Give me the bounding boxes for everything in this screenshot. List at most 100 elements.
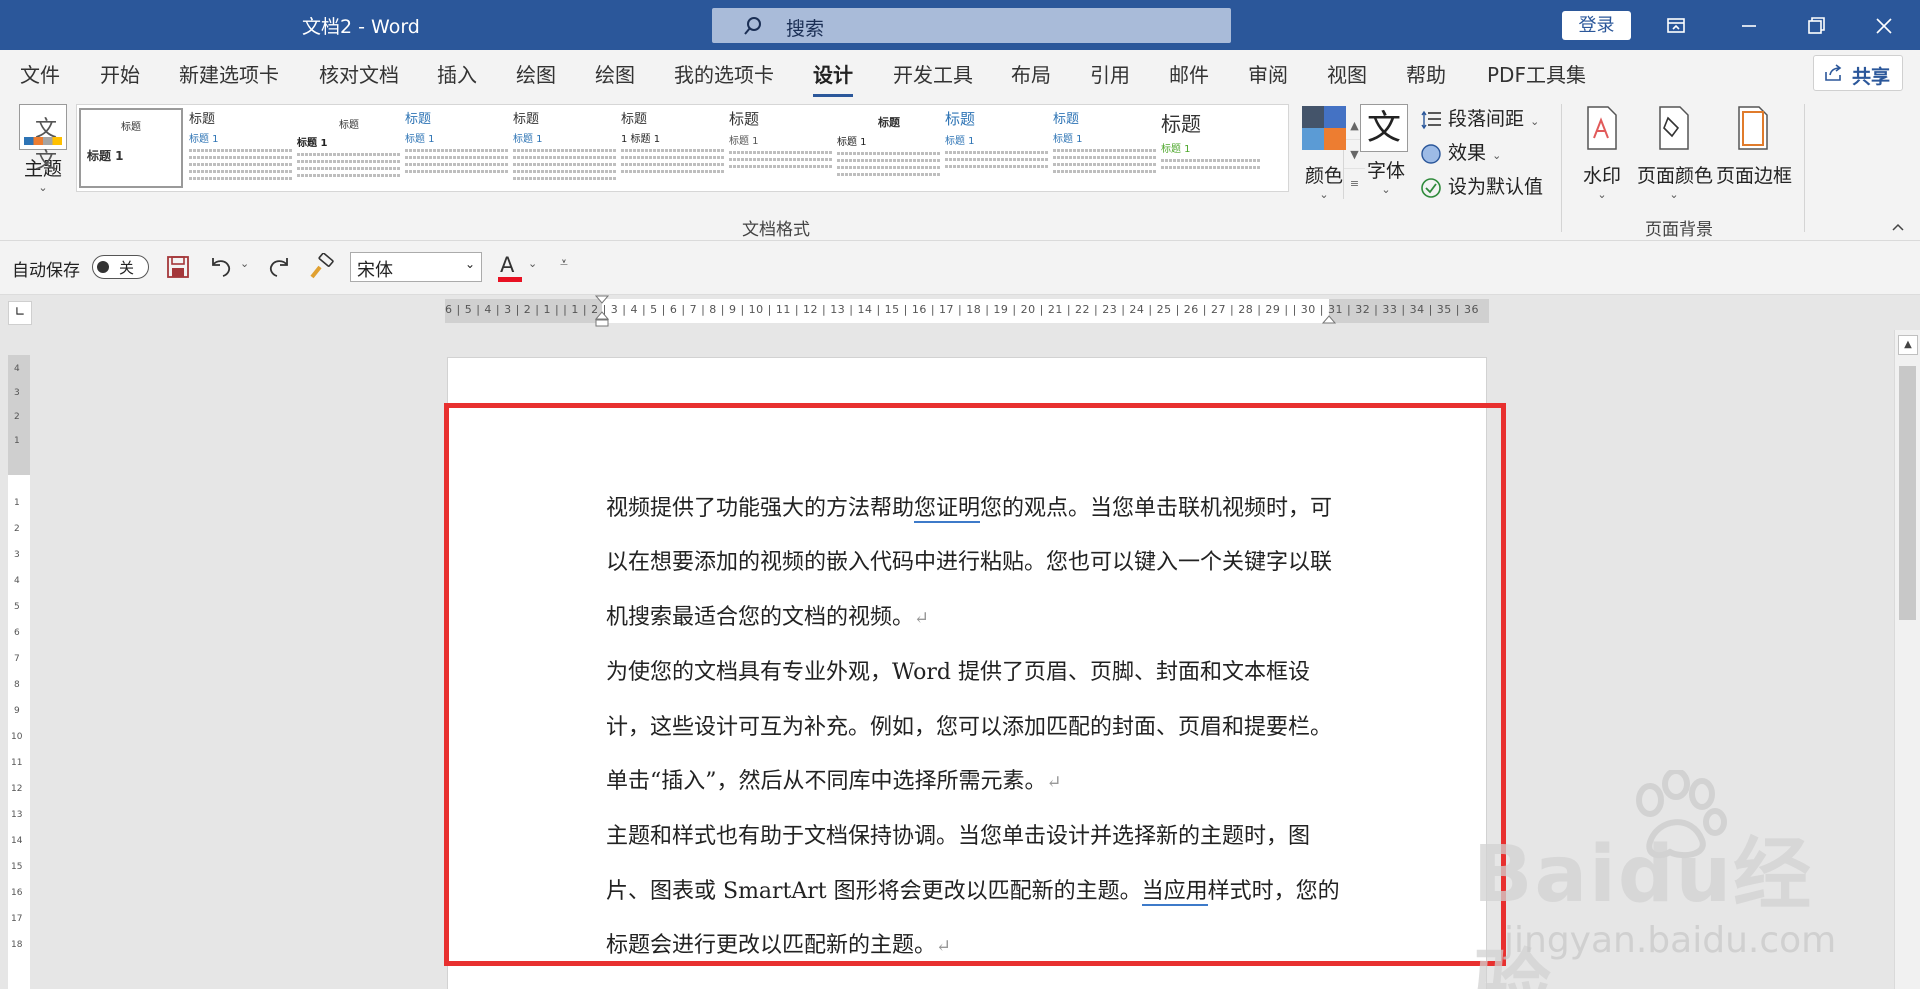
tab-my-tab[interactable]: 我的选项卡 — [674, 59, 774, 88]
font-name-value: 宋体 — [357, 260, 393, 281]
tab-pdf-tools[interactable]: PDF工具集 — [1487, 59, 1586, 88]
redo-icon[interactable] — [266, 254, 292, 280]
themes-button[interactable]: 文文 主题 ⌄ — [16, 104, 70, 208]
tab-developer[interactable]: 开发工具 — [893, 59, 973, 88]
page-color-button[interactable]: 页面颜色 ⌄ — [1637, 104, 1713, 201]
tab-new-tab[interactable]: 新建选项卡 — [179, 59, 279, 88]
svg-text:15: 15 — [11, 862, 22, 872]
vertical-ruler[interactable]: 4321 1234 5678 9 10 11 12 13 14 15 16 17 18 — [8, 355, 30, 989]
style-set-item[interactable]: 标题 标题 1 — [837, 108, 941, 188]
style-set-item[interactable]: 标题 标题 1 — [945, 108, 1049, 188]
svg-text:12: 12 — [11, 784, 22, 794]
effects-icon — [1421, 143, 1441, 164]
svg-text:10: 10 — [11, 732, 23, 742]
style-set-item[interactable]: 标题 标题 1 — [189, 108, 293, 188]
checkmark-icon — [1421, 177, 1441, 198]
customize-toolbar-icon[interactable]: ⩡ — [560, 255, 568, 271]
svg-text:11: 11 — [11, 758, 22, 768]
baidu-watermark: Baidu经验 jingyan.baidu.com — [1470, 770, 1890, 989]
tab-insert[interactable]: 插入 — [437, 59, 477, 88]
tab-mailings[interactable]: 邮件 — [1169, 59, 1209, 88]
watermark-url: jingyan.baidu.com — [1504, 920, 1837, 961]
group-label-page-background: 页面背景 — [1645, 220, 1713, 240]
scroll-up-icon[interactable]: ▲ — [1898, 335, 1918, 355]
style-set-item[interactable]: 标题 标题 1 — [729, 108, 833, 188]
autosave-toggle[interactable]: 关 — [92, 255, 149, 279]
horizontal-ruler[interactable]: 6 | 5 | 4 | 3 | 2 | 1 | | 1 | 2 | 3 | 4 … — [445, 295, 1489, 327]
page-borders-icon — [1738, 106, 1768, 150]
tab-layout[interactable]: 布局 — [1011, 59, 1051, 88]
svg-text:3: 3 — [14, 550, 20, 560]
search-box[interactable]: 搜索 — [712, 8, 1231, 43]
svg-text:3: 3 — [14, 388, 20, 398]
svg-text:16: 16 — [11, 888, 23, 898]
share-button[interactable]: 共享 — [1813, 55, 1903, 91]
tab-selector-icon[interactable]: ∟ — [8, 301, 32, 325]
set-default-button[interactable]: 设为默认值 — [1420, 172, 1543, 199]
tab-draw-2[interactable]: 绘图 — [595, 59, 635, 88]
paragraph-spacing-icon — [1421, 110, 1441, 129]
tab-view[interactable]: 视图 — [1327, 59, 1367, 88]
tab-help[interactable]: 帮助 — [1406, 59, 1446, 88]
watermark-label: 水印 — [1582, 165, 1621, 187]
undo-icon[interactable] — [208, 254, 234, 280]
indent-marker-icon[interactable] — [595, 295, 609, 327]
page-borders-button[interactable]: 页面边框 — [1716, 104, 1792, 188]
svg-text:1: 1 — [14, 498, 20, 508]
style-set-item[interactable]: 标题 标题 1 — [297, 108, 401, 188]
style-set-item[interactable]: 标题 标题 1 — [513, 108, 617, 188]
svg-text:13: 13 — [11, 810, 22, 820]
search-placeholder: 搜索 — [786, 18, 825, 40]
svg-text:18: 18 — [11, 940, 23, 950]
fonts-icon: 文 — [1360, 104, 1408, 152]
page-color-icon — [1659, 106, 1689, 150]
watermark-button[interactable]: 水印 ⌄ — [1574, 104, 1630, 201]
colors-button[interactable]: 颜色 ⌄ — [1298, 104, 1350, 201]
font-name-select[interactable]: 宋体 ⌄ — [350, 252, 482, 282]
svg-text:6: 6 — [14, 628, 20, 638]
tab-references[interactable]: 引用 — [1090, 59, 1130, 88]
style-set-item[interactable]: 标题 标题 1 — [1053, 108, 1157, 188]
svg-text:5: 5 — [14, 602, 20, 612]
right-indent-marker-icon[interactable] — [1322, 313, 1336, 325]
tab-home[interactable]: 开始 — [100, 59, 140, 88]
style-set-item[interactable]: 标题 标题 1 — [405, 108, 509, 188]
ruler-area: ∟ 6 | 5 | 4 | 3 | 2 | 1 | | 1 | 2 | 3 | … — [0, 295, 1920, 337]
tab-design[interactable]: 设计 — [813, 59, 853, 97]
format-painter-icon[interactable] — [308, 253, 336, 281]
tab-review[interactable]: 审阅 — [1248, 59, 1288, 88]
undo-dropdown-icon[interactable]: ⌄ — [240, 257, 249, 270]
svg-text:2: 2 — [14, 412, 20, 422]
tab-review-doc[interactable]: 核对文档 — [319, 59, 399, 88]
save-icon[interactable] — [166, 255, 190, 279]
svg-text:4: 4 — [14, 364, 20, 374]
svg-text:17: 17 — [11, 914, 22, 924]
login-button[interactable]: 登录 — [1562, 11, 1631, 40]
highlight-box — [444, 403, 1506, 966]
autosave-label: 自动保存 — [12, 261, 80, 281]
set-default-label: 设为默认值 — [1448, 176, 1544, 198]
collapse-ribbon-icon[interactable] — [1891, 222, 1905, 232]
vertical-scrollbar[interactable]: ▲ — [1894, 330, 1920, 989]
effects-button[interactable]: 效果 ⌄ — [1420, 138, 1501, 165]
scroll-thumb[interactable] — [1899, 366, 1916, 620]
minimize-icon[interactable] — [1733, 10, 1765, 42]
paragraph-spacing-button[interactable]: 段落间距 ⌄ — [1420, 104, 1539, 131]
restore-icon[interactable] — [1800, 10, 1832, 42]
ribbon-display-options-icon[interactable] — [1660, 10, 1692, 42]
fonts-button[interactable]: 文 字体 ⌄ — [1360, 104, 1412, 196]
watermark-brand: Baidu经验 — [1473, 830, 1814, 989]
svg-text:9: 9 — [14, 706, 20, 716]
font-color-dropdown-icon[interactable]: ⌄ — [528, 257, 537, 270]
themes-icon: 文文 — [19, 104, 67, 174]
toggle-knob — [97, 261, 109, 273]
style-set-item[interactable]: 标题 1 标题 1 — [621, 108, 725, 188]
style-set-item[interactable]: 标题 标题 1 — [79, 108, 183, 188]
style-set-item[interactable]: 标题 标题 1 — [1161, 108, 1261, 188]
tab-draw[interactable]: 绘图 — [516, 59, 556, 88]
window-title: 文档2 - Word — [302, 16, 420, 38]
svg-text:1: 1 — [14, 436, 20, 446]
font-color-button[interactable]: A — [496, 253, 524, 283]
tab-file[interactable]: 文件 — [20, 59, 60, 88]
close-icon[interactable] — [1868, 10, 1900, 42]
